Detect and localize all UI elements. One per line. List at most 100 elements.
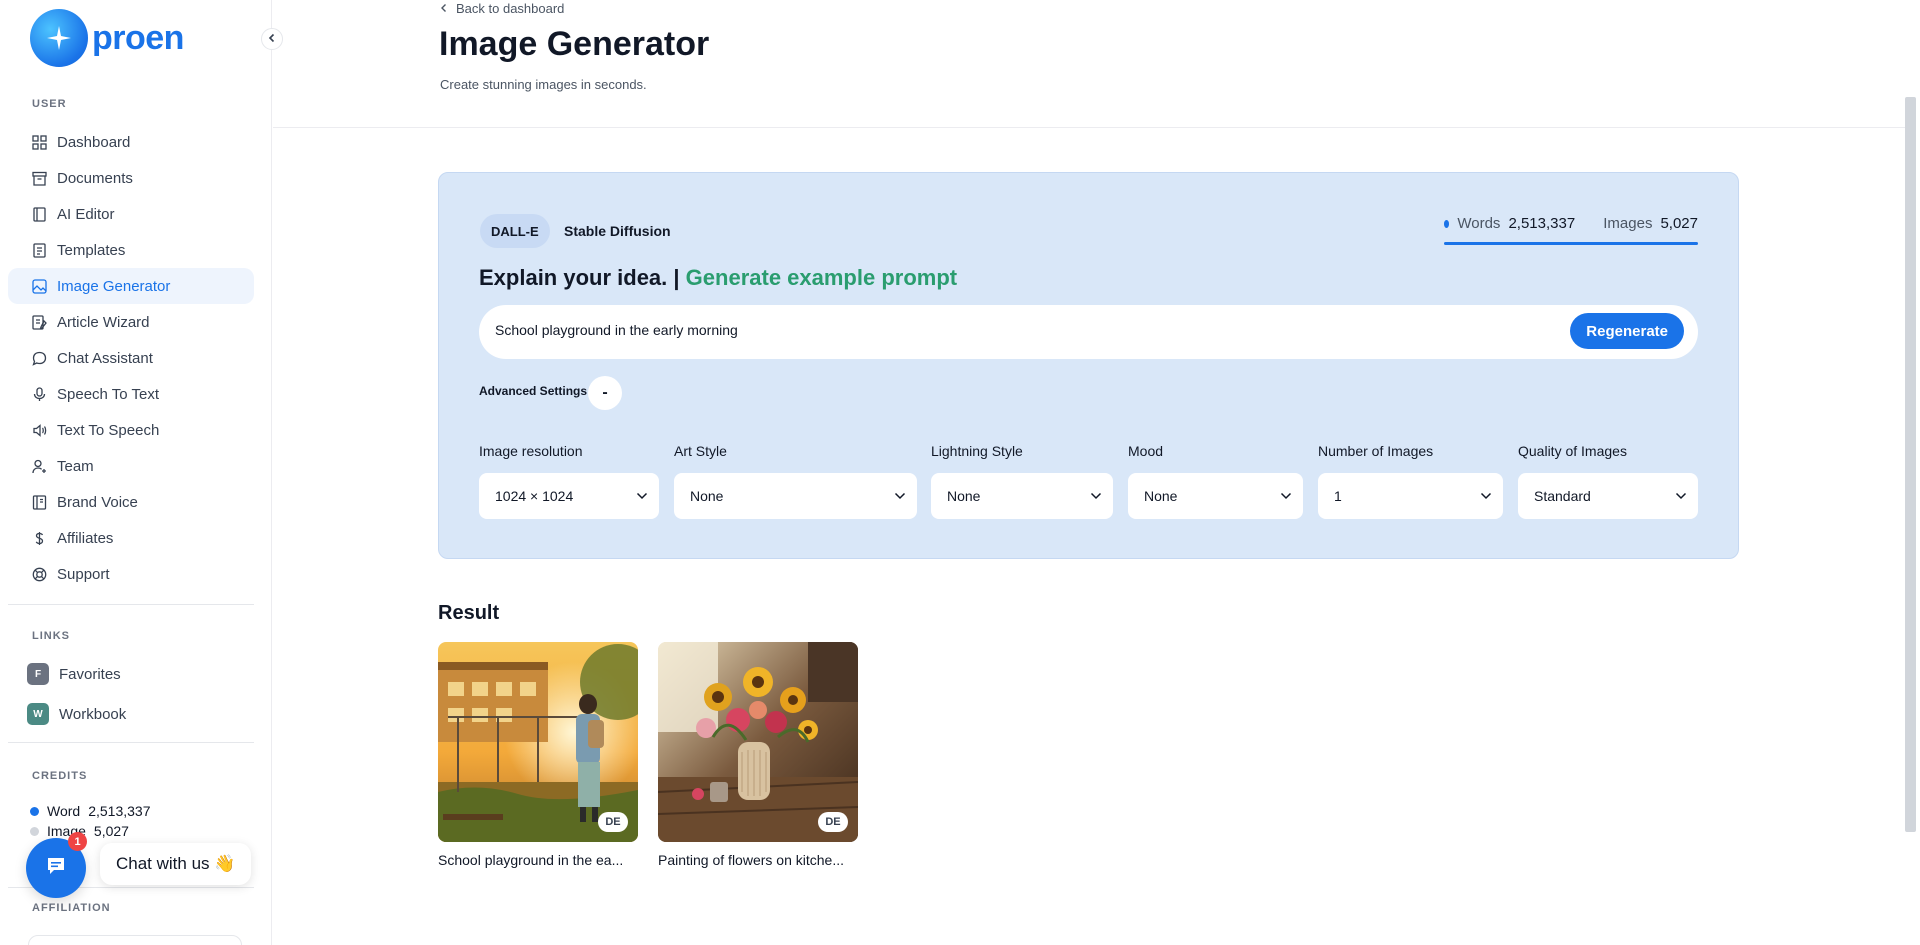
sidebar-item-label: Speech To Text bbox=[57, 385, 160, 403]
brand-logo[interactable]: proen bbox=[30, 9, 184, 67]
sidebar: proen USER Dashboard Documents AI Editor… bbox=[0, 0, 272, 945]
sidebar-item-speech-to-text[interactable]: Speech To Text bbox=[8, 376, 254, 412]
word-dot-icon bbox=[30, 806, 39, 816]
credit-word-value: 2,513,337 bbox=[88, 803, 151, 819]
sidebar-item-text-to-speech[interactable]: Text To Speech bbox=[8, 412, 254, 448]
grid-icon bbox=[31, 134, 47, 150]
link-item-label: Workbook bbox=[59, 705, 127, 723]
usage-words-value: 2,513,337 bbox=[1508, 215, 1576, 232]
prompt-input[interactable]: School playground in the early morning R… bbox=[479, 305, 1698, 359]
sparkle-icon bbox=[30, 9, 88, 67]
result-badge: DE bbox=[598, 812, 628, 832]
chevron-down-icon bbox=[1479, 489, 1493, 503]
advanced-settings-toggle[interactable]: - bbox=[588, 376, 622, 410]
sidebar-item-label: Team bbox=[57, 457, 94, 475]
microphone-icon bbox=[31, 386, 47, 402]
quality-of-images-value: Standard bbox=[1534, 488, 1591, 504]
quality-of-images-select[interactable]: Standard bbox=[1518, 473, 1698, 519]
section-title-credits: CREDITS bbox=[32, 770, 88, 782]
usage-images-value: 5,027 bbox=[1660, 215, 1698, 232]
sidebar-divider bbox=[8, 742, 254, 743]
affiliation-box bbox=[28, 935, 242, 945]
art-style-select[interactable]: None bbox=[674, 473, 917, 519]
sidebar-item-team[interactable]: Team bbox=[8, 448, 254, 484]
advanced-settings-label: Advanced Settings bbox=[479, 384, 588, 398]
usage-words-label: Words bbox=[1457, 215, 1501, 232]
result-image-flowers[interactable]: DE bbox=[658, 642, 858, 842]
chat-icon bbox=[31, 350, 47, 366]
sidebar-item-label: Brand Voice bbox=[57, 493, 138, 511]
archive-icon bbox=[31, 170, 47, 186]
sidebar-item-support[interactable]: Support bbox=[8, 556, 254, 592]
sidebar-item-label: Article Wizard bbox=[57, 313, 150, 331]
usage-images-label: Images bbox=[1603, 215, 1653, 232]
engine-tab-dall-e[interactable]: DALL-E bbox=[480, 214, 550, 248]
section-title-links: LINKS bbox=[32, 630, 70, 642]
section-title-affiliation: AFFILIATION bbox=[32, 902, 111, 914]
sidebar-item-label: Image Generator bbox=[57, 277, 171, 295]
credit-word-label: Word bbox=[47, 803, 81, 819]
dollar-icon bbox=[31, 530, 47, 546]
number-of-images-select[interactable]: 1 bbox=[1318, 473, 1503, 519]
image-resolution-select[interactable]: 1024 × 1024 bbox=[479, 473, 659, 519]
result-image-playground[interactable]: DE bbox=[438, 642, 638, 842]
image-resolution-value: 1024 × 1024 bbox=[495, 488, 574, 504]
collapse-sidebar-button[interactable] bbox=[261, 28, 283, 50]
lightning-style-select[interactable]: None bbox=[931, 473, 1113, 519]
user-plus-icon bbox=[31, 458, 47, 474]
sidebar-item-documents[interactable]: Documents bbox=[8, 160, 254, 196]
chat-unread-badge: 1 bbox=[68, 832, 87, 851]
image-icon bbox=[31, 278, 47, 294]
sidebar-item-label: Affiliates bbox=[57, 529, 114, 547]
result-caption: Painting of flowers on kitche... bbox=[658, 852, 844, 868]
chevron-down-icon bbox=[1279, 489, 1293, 503]
workbook-badge: W bbox=[27, 703, 49, 725]
sidebar-item-chat-assistant[interactable]: Chat Assistant bbox=[8, 340, 254, 376]
mood-label: Mood bbox=[1128, 443, 1164, 459]
brand-name: proen bbox=[92, 18, 184, 57]
engine-tab-stable-diffusion[interactable]: Stable Diffusion bbox=[564, 214, 671, 248]
mood-value: None bbox=[1144, 488, 1178, 504]
sidebar-item-label: Support bbox=[57, 565, 110, 583]
sidebar-item-label: Templates bbox=[57, 241, 126, 259]
favorites-badge: F bbox=[27, 663, 49, 685]
link-item-favorites[interactable]: F Favorites bbox=[27, 663, 121, 685]
result-card[interactable]: DE School playground in the ea... bbox=[438, 642, 638, 868]
sidebar-item-image-generator[interactable]: Image Generator bbox=[8, 268, 254, 304]
quality-of-images-label: Quality of Images bbox=[1518, 443, 1627, 459]
idea-text: Explain your idea. | bbox=[479, 265, 680, 290]
usage-summary: Words 2,513,337 Images 5,027 bbox=[1444, 215, 1698, 232]
result-card[interactable]: DE Painting of flowers on kitche... bbox=[658, 642, 858, 868]
generate-example-prompt-link[interactable]: Generate example prompt bbox=[686, 265, 957, 290]
credit-image-value: 5,027 bbox=[93, 823, 129, 839]
sidebar-item-label: Chat Assistant bbox=[57, 349, 153, 367]
sidebar-divider bbox=[8, 604, 254, 605]
image-resolution-label: Image resolution bbox=[479, 443, 583, 459]
chat-widget-label[interactable]: Chat with us 👋 bbox=[100, 843, 252, 885]
chevron-down-icon bbox=[1089, 489, 1103, 503]
prompt-input-value[interactable]: School playground in the early morning bbox=[495, 322, 738, 338]
chevron-left-icon bbox=[440, 1, 448, 16]
regenerate-button[interactable]: Regenerate bbox=[1570, 313, 1684, 349]
page-subtitle: Create stunning images in seconds. bbox=[440, 77, 647, 92]
lightning-style-value: None bbox=[947, 488, 981, 504]
sidebar-item-dashboard[interactable]: Dashboard bbox=[8, 124, 254, 160]
back-to-dashboard-link[interactable]: Back to dashboard bbox=[440, 1, 564, 16]
sidebar-item-brand-voice[interactable]: Brand Voice bbox=[8, 484, 254, 520]
generator-panel: DALL-E Stable Diffusion Words 2,513,337 … bbox=[438, 172, 1739, 559]
sidebar-item-ai-editor[interactable]: AI Editor bbox=[8, 196, 254, 232]
sidebar-item-affiliates[interactable]: Affiliates bbox=[8, 520, 254, 556]
art-style-label: Art Style bbox=[674, 443, 727, 459]
sidebar-item-templates[interactable]: Templates bbox=[8, 232, 254, 268]
header-divider bbox=[273, 127, 1905, 128]
art-style-value: None bbox=[690, 488, 724, 504]
page-title: Image Generator bbox=[439, 25, 710, 63]
image-dot-icon bbox=[30, 826, 39, 836]
speaker-icon bbox=[31, 422, 47, 438]
link-item-workbook[interactable]: W Workbook bbox=[27, 703, 126, 725]
chat-icon bbox=[45, 855, 67, 882]
back-link-label: Back to dashboard bbox=[456, 1, 565, 16]
page-scrollbar[interactable] bbox=[1905, 97, 1916, 832]
sidebar-item-article-wizard[interactable]: Article Wizard bbox=[8, 304, 254, 340]
mood-select[interactable]: None bbox=[1128, 473, 1303, 519]
